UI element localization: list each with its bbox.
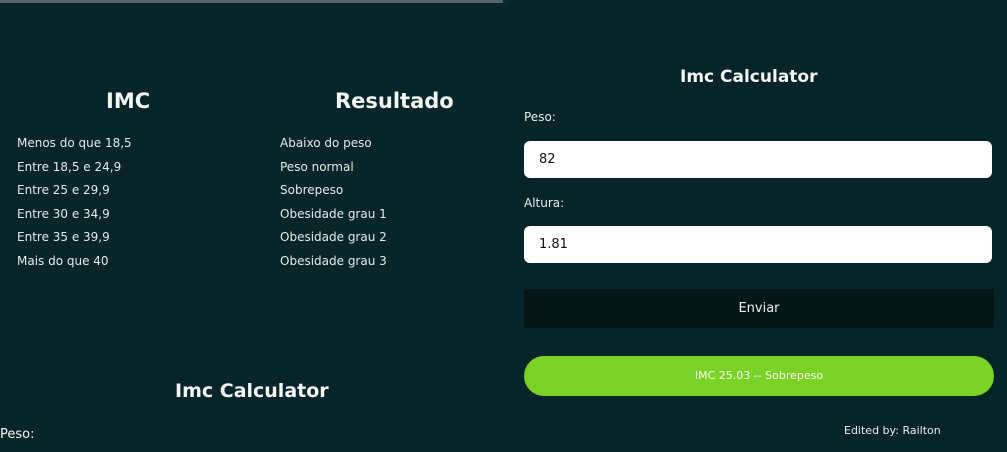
left-peso-label: Peso: bbox=[0, 427, 35, 442]
peso-input[interactable] bbox=[524, 141, 992, 178]
enviar-button[interactable]: Enviar bbox=[524, 289, 994, 328]
imc-range-item: Entre 35 e 39,9 bbox=[17, 230, 110, 244]
imc-result-badge: IMC 25.03 -- Sobrepeso bbox=[524, 356, 994, 396]
altura-label: Altura: bbox=[524, 196, 565, 210]
imc-range-item: Entre 18,5 e 24,9 bbox=[17, 159, 122, 174]
left-calculator-title: Imc Calculator bbox=[175, 379, 329, 402]
peso-label: Peso: bbox=[524, 110, 556, 124]
imc-column-heading: IMC bbox=[106, 89, 151, 114]
result-column-heading: Resultado bbox=[335, 89, 454, 114]
imc-range-item: Entre 30 e 34,9 bbox=[17, 206, 110, 221]
imc-result-item: Obesidade grau 1 bbox=[280, 206, 387, 221]
imc-result-item: Abaixo do peso bbox=[280, 136, 372, 150]
imc-calculator-screen: IMC Resultado Menos do que 18,5 Entre 18… bbox=[0, 0, 1007, 452]
calculator-title: Imc Calculator bbox=[680, 67, 818, 88]
imc-result-item: Sobrepeso bbox=[280, 183, 344, 197]
imc-range-list: Menos do que 18,5 Entre 18,5 e 24,9 Entr… bbox=[17, 132, 227, 273]
imc-range-item: Menos do que 18,5 bbox=[17, 136, 132, 150]
imc-result-item: Peso normal bbox=[280, 159, 354, 174]
edited-by-credit: Edited by: Railton bbox=[844, 424, 941, 437]
imc-range-item: Entre 25 e 29,9 bbox=[17, 183, 110, 197]
altura-input[interactable] bbox=[524, 226, 992, 263]
imc-result-list: Abaixo do peso Peso normal Sobrepeso Obe… bbox=[280, 132, 490, 273]
imc-result-item: Obesidade grau 3 bbox=[280, 253, 387, 268]
imc-result-item: Obesidade grau 2 bbox=[280, 230, 387, 244]
imc-range-item: Mais do que 40 bbox=[17, 253, 109, 268]
